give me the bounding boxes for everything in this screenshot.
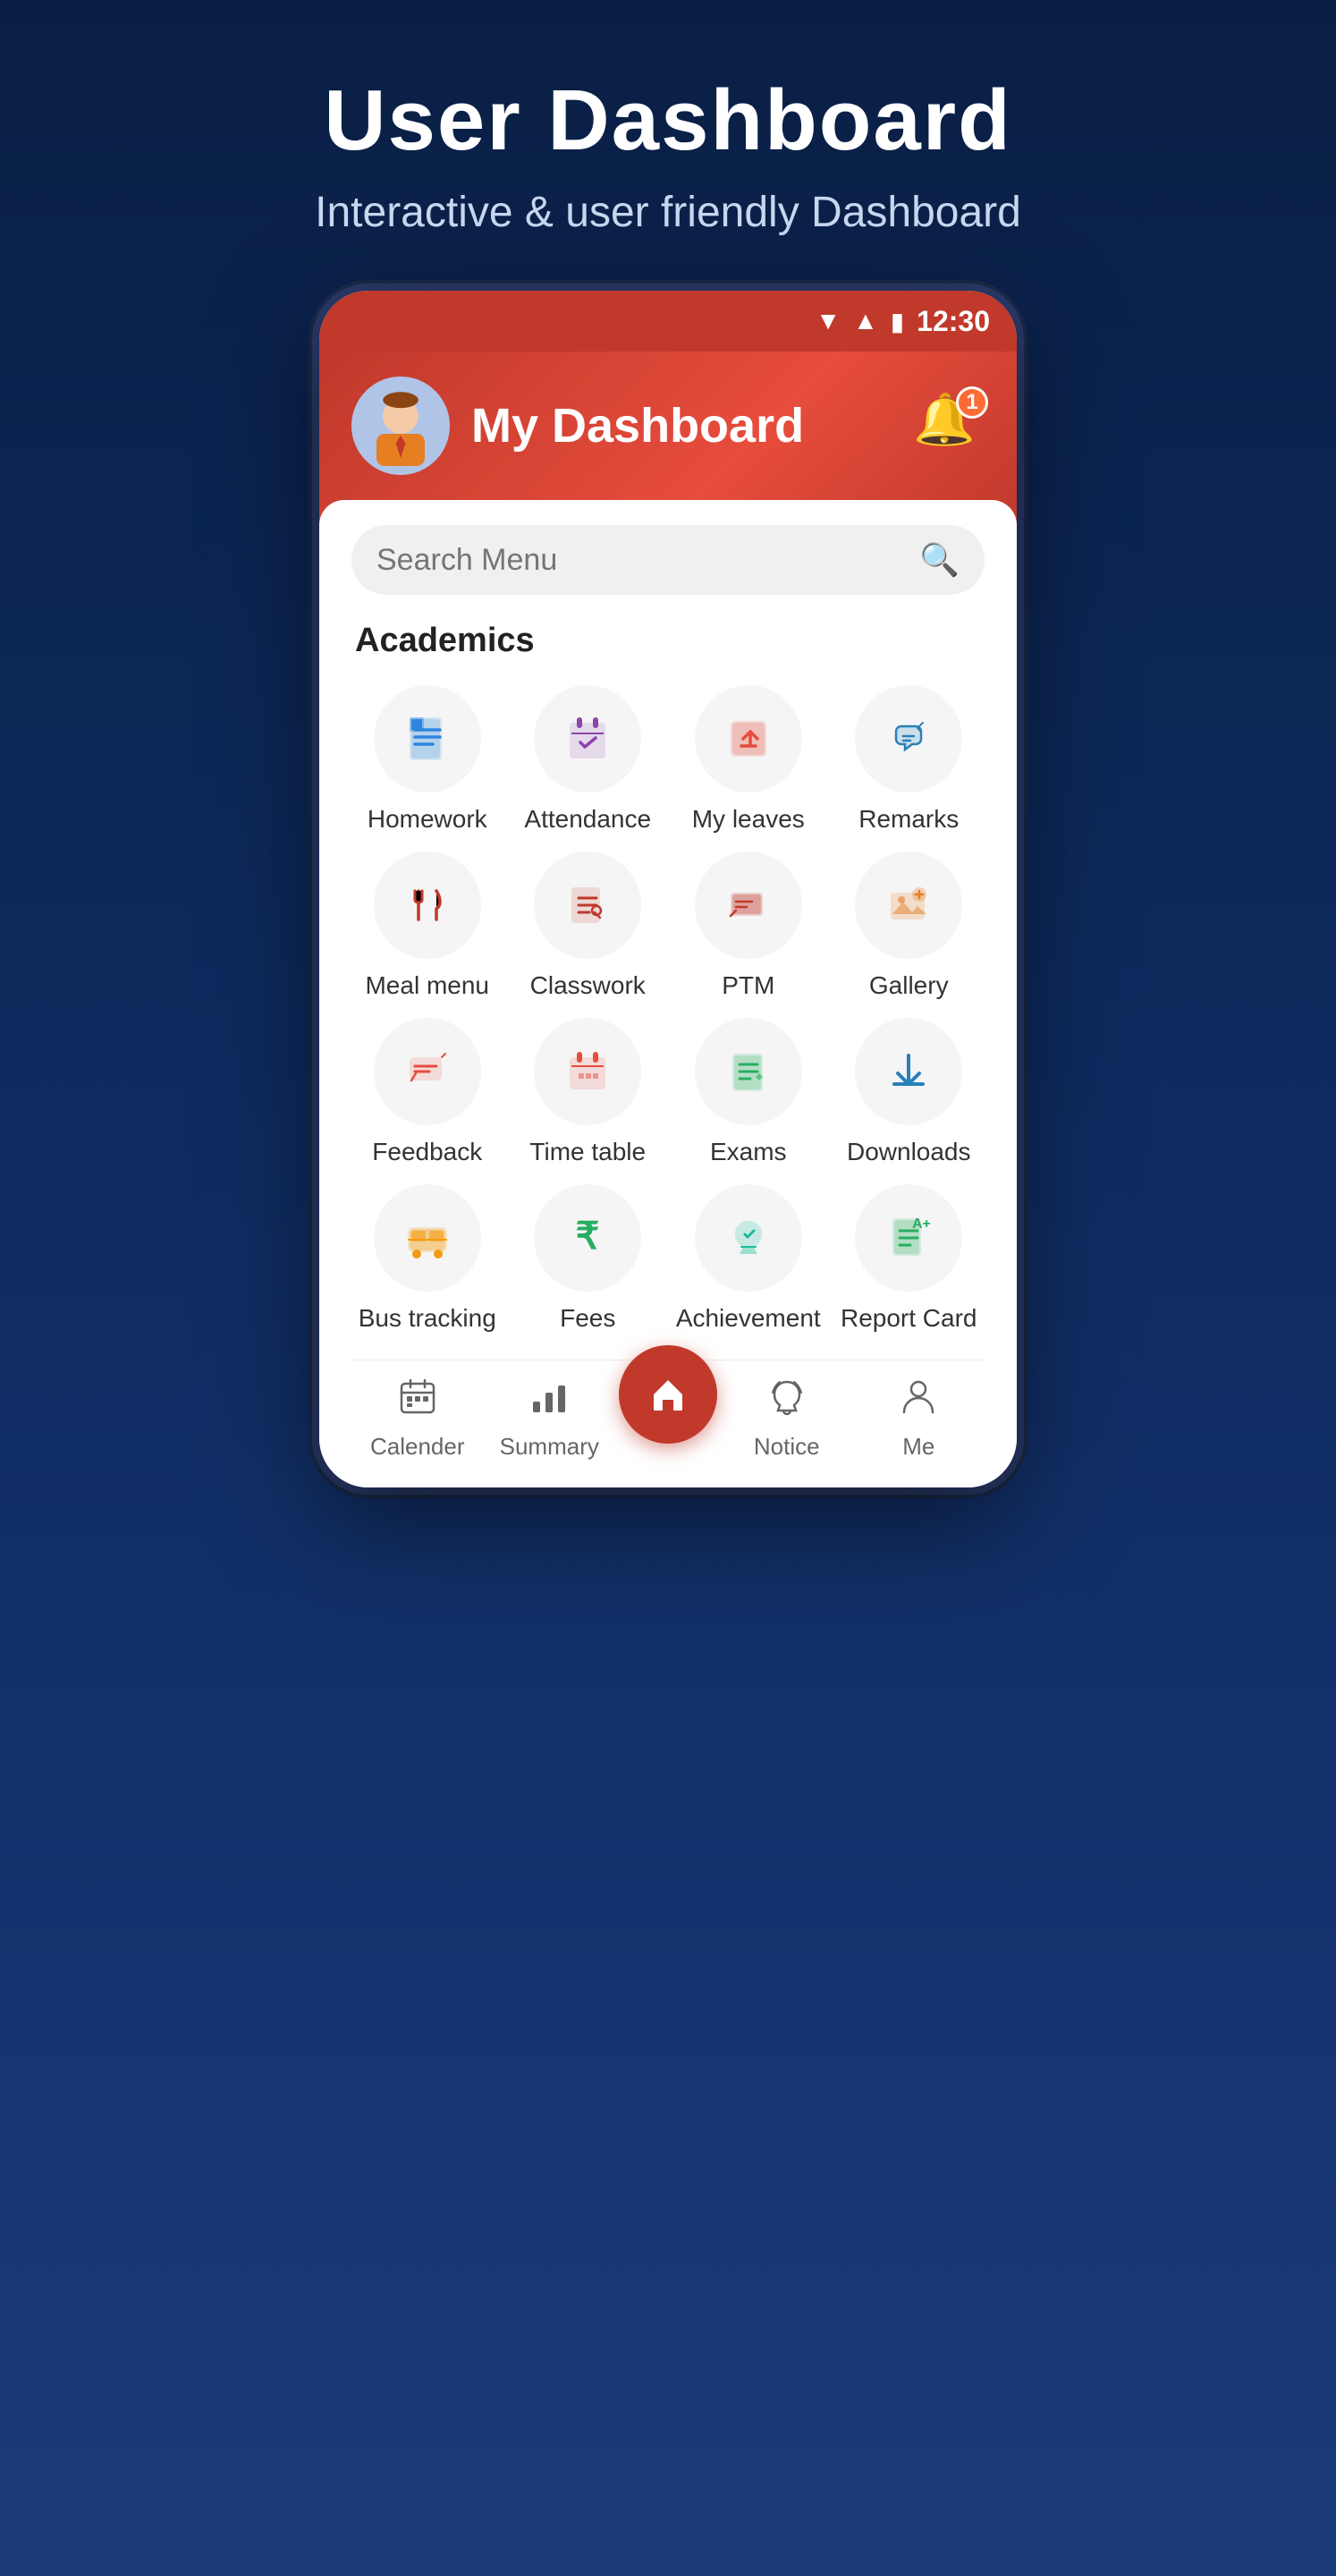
calender-nav-label: Calender [370,1433,465,1461]
summary-nav-label: Summary [500,1433,599,1461]
attendance-icon-circle [534,685,641,792]
avatar[interactable] [351,377,450,475]
menu-item-timetable[interactable]: Time table [512,1018,664,1166]
menu-item-mealmenu[interactable]: Meal menu [351,852,503,1000]
feedback-label: Feedback [372,1138,482,1166]
fees-label: Fees [560,1304,615,1333]
reportcard-icon-circle: A+ [855,1184,962,1292]
page-header: User Dashboard Interactive & user friend… [279,0,1057,291]
phone-mockup: ▼ ▲ ▮ 12:30 My Dashboard [319,291,1017,1487]
menu-item-achievement[interactable]: Achievement [672,1184,824,1333]
exams-label: Exams [710,1138,787,1166]
battery-icon: ▮ [891,307,904,336]
bottom-nav: Calender Summary N [351,1360,985,1487]
menu-item-fees[interactable]: ₹ Fees [512,1184,664,1333]
menu-item-feedback[interactable]: Feedback [351,1018,503,1166]
menu-item-attendance[interactable]: Attendance [512,685,664,834]
bustracking-label: Bus tracking [359,1304,496,1333]
menu-item-homework[interactable]: Homework [351,685,503,834]
remarks-label: Remarks [858,805,959,834]
search-icon: 🔍 [919,541,960,579]
mealmenu-icon-circle [374,852,481,959]
svg-text:A+: A+ [912,1216,931,1232]
me-nav-label: Me [902,1433,934,1461]
summary-icon [529,1377,569,1426]
menu-item-exams[interactable]: Exams [672,1018,824,1166]
remarks-icon-circle [855,685,962,792]
homework-label: Homework [368,805,487,834]
feedback-icon-circle [374,1018,481,1125]
myleaves-label: My leaves [692,805,805,834]
search-bar[interactable]: 🔍 [351,525,985,595]
myleaves-icon-circle [695,685,802,792]
academics-section-title: Academics [351,622,985,660]
svg-text:₹: ₹ [576,1215,600,1257]
notification-badge: 1 [956,386,988,419]
attendance-label: Attendance [524,805,651,834]
status-bar: ▼ ▲ ▮ 12:30 [319,291,1017,352]
downloads-icon-circle [855,1018,962,1125]
home-fab-button[interactable] [619,1345,717,1444]
achievement-icon-circle [695,1184,802,1292]
nav-notice[interactable]: Notice [721,1377,853,1461]
classwork-label: Classwork [530,971,646,1000]
menu-item-reportcard[interactable]: A+ Report Card [833,1184,985,1333]
menu-item-gallery[interactable]: Gallery [833,852,985,1000]
page-subtitle: Interactive & user friendly Dashboard [315,188,1021,237]
menu-item-ptm[interactable]: PTM [672,852,824,1000]
menu-item-bustracking[interactable]: Bus tracking [351,1184,503,1333]
search-input[interactable] [376,543,905,578]
me-icon [899,1377,938,1426]
timetable-icon-circle [534,1018,641,1125]
homework-icon-circle [374,685,481,792]
notice-icon [767,1377,807,1426]
menu-item-downloads[interactable]: Downloads [833,1018,985,1166]
notification-bell[interactable]: 🔔 1 [913,390,985,462]
page-title: User Dashboard [315,72,1021,170]
menu-grid: Homework Attendance My leaves [351,685,985,1360]
reportcard-label: Report Card [841,1304,977,1333]
downloads-label: Downloads [847,1138,971,1166]
nav-home[interactable] [615,1394,721,1444]
exams-icon-circle [695,1018,802,1125]
menu-item-myleaves[interactable]: My leaves [672,685,824,834]
menu-item-remarks[interactable]: Remarks [833,685,985,834]
signal-icon: ▲ [853,307,878,335]
menu-item-classwork[interactable]: Classwork [512,852,664,1000]
app-title: My Dashboard [471,398,892,453]
notice-nav-label: Notice [754,1433,820,1461]
gallery-label: Gallery [869,971,949,1000]
status-time: 12:30 [917,305,990,338]
wifi-icon: ▼ [816,307,841,335]
classwork-icon-circle [534,852,641,959]
ptm-icon-circle [695,852,802,959]
timetable-label: Time table [529,1138,646,1166]
fees-icon-circle: ₹ [534,1184,641,1292]
achievement-label: Achievement [676,1304,821,1333]
nav-calender[interactable]: Calender [351,1377,484,1461]
mealmenu-label: Meal menu [365,971,489,1000]
content-card: 🔍 Academics Homework Attendance [319,500,1017,1487]
ptm-label: PTM [722,971,774,1000]
bustracking-icon-circle [374,1184,481,1292]
gallery-icon-circle [855,852,962,959]
nav-me[interactable]: Me [853,1377,985,1461]
nav-summary[interactable]: Summary [484,1377,616,1461]
calender-icon [398,1377,437,1426]
